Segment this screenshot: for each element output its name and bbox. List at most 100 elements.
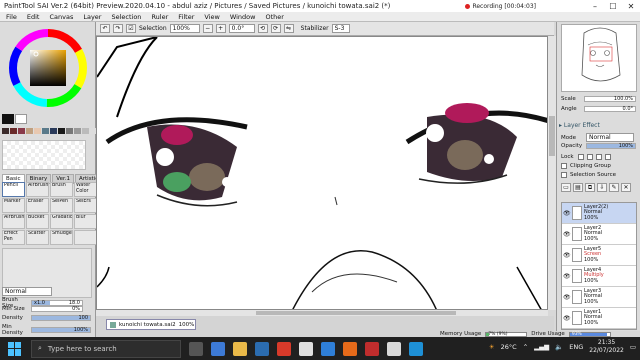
tool-button[interactable]: Bucket <box>26 214 49 229</box>
rotate-left-button[interactable]: ⟲ <box>257 24 268 33</box>
menu-item[interactable]: Edit <box>27 13 40 21</box>
delete-layer-button[interactable]: ✕ <box>621 183 631 192</box>
menu-item[interactable]: Ruler <box>151 13 168 21</box>
weather-text[interactable]: 26°C <box>501 343 517 351</box>
tool-button[interactable]: Water Color <box>74 182 97 197</box>
eye-icon[interactable]: 👁 <box>563 315 571 322</box>
scratchpad[interactable] <box>2 140 86 170</box>
tool-button[interactable]: SelPen <box>50 198 73 213</box>
layer-row[interactable]: 👁 Layer5 Screen 100% <box>562 245 636 266</box>
menu-item[interactable]: Selection <box>111 13 141 21</box>
layer-row[interactable]: 👁 Layer4 Multiply 100% <box>562 266 636 287</box>
rotate-right-button[interactable]: ⟳ <box>270 24 281 33</box>
menu-item[interactable]: Window <box>230 13 256 21</box>
color-swatch[interactable] <box>58 128 65 134</box>
density-slider[interactable]: 100 <box>31 315 91 321</box>
layer-row[interactable]: 👁 Layer2 Normal 100% <box>562 224 636 245</box>
eye-icon[interactable]: 👁 <box>563 252 571 259</box>
photoshop-icon[interactable] <box>321 341 335 356</box>
eye-icon[interactable]: 👁 <box>563 210 571 217</box>
edge-browser-icon[interactable] <box>211 341 225 356</box>
color-swatch[interactable] <box>2 128 9 134</box>
angle-slider[interactable]: 0.0° <box>584 106 636 112</box>
close-button[interactable]: ✕ <box>622 2 640 11</box>
opacity-slider[interactable]: 100% <box>586 143 636 149</box>
blend-mode-select[interactable]: Normal <box>2 287 52 296</box>
color-wheel[interactable] <box>8 28 88 108</box>
tool-button[interactable]: Gradation <box>50 214 73 229</box>
tool-button[interactable]: Effect Pen <box>2 230 25 245</box>
lock-move-checkbox[interactable] <box>587 154 593 160</box>
zoom-out-button[interactable]: − <box>202 24 213 33</box>
sai-icon[interactable] <box>387 341 401 356</box>
secondary-color[interactable] <box>15 114 27 124</box>
horizontal-scroll-thumb[interactable] <box>256 311 456 315</box>
layer-mode-select[interactable]: Normal <box>586 133 634 142</box>
clock[interactable]: 21:35 22/07/2022 <box>589 339 624 355</box>
store-icon[interactable] <box>255 341 269 356</box>
min-density-slider[interactable]: 100% <box>31 327 91 333</box>
network-icon[interactable]: ▂▄▆ <box>534 343 549 351</box>
tool-button[interactable]: Pencil <box>2 182 25 197</box>
zoom-in-button[interactable]: + <box>215 24 226 33</box>
layer-row[interactable]: 👁 Layer3 Normal 100% <box>562 287 636 308</box>
tool-button[interactable] <box>74 230 97 245</box>
clear-layer-button[interactable]: ✎ <box>609 183 619 192</box>
file-explorer-icon[interactable] <box>233 341 247 356</box>
language-indicator[interactable]: ENG <box>569 343 583 351</box>
scale-slider[interactable]: 100.0% <box>584 96 636 102</box>
color-swatch[interactable] <box>42 128 49 134</box>
copy-layer-button[interactable]: ⧉ <box>585 183 595 192</box>
clipping-group-checkbox[interactable] <box>561 163 567 169</box>
minimize-button[interactable]: – <box>586 2 604 11</box>
tool-button[interactable]: Smudge <box>50 230 73 245</box>
chevron-up-icon[interactable]: ⌃ <box>523 343 528 351</box>
document-tab[interactable]: kunoichi towata.sai2 100% <box>106 319 196 330</box>
undo-button[interactable]: ↶ <box>100 24 110 33</box>
chrome-icon[interactable] <box>299 341 313 356</box>
app-icon[interactable] <box>409 341 423 356</box>
min-size-slider[interactable]: 0% <box>31 306 83 312</box>
color-swatch[interactable] <box>82 128 89 134</box>
menu-item[interactable]: Filter <box>178 13 194 21</box>
eye-icon[interactable]: 👁 <box>563 273 571 280</box>
volume-icon[interactable]: 🔈 <box>555 343 563 351</box>
tool-button[interactable]: Blur <box>74 214 97 229</box>
color-swatch[interactable] <box>66 128 73 134</box>
color-swatch[interactable] <box>26 128 33 134</box>
tool-button[interactable]: Scatter <box>26 230 49 245</box>
layer-effect-section[interactable]: ▸ Layer Effect <box>559 122 639 129</box>
drawing-canvas[interactable] <box>96 36 548 310</box>
selection-toggle[interactable]: ☑ <box>126 24 136 33</box>
eye-icon[interactable]: 👁 <box>563 231 571 238</box>
menu-item[interactable]: Layer <box>83 13 101 21</box>
color-swatch[interactable] <box>74 128 81 134</box>
menu-item[interactable]: Other <box>265 13 283 21</box>
flip-button[interactable]: ⇋ <box>283 24 294 33</box>
stabilizer-select[interactable]: S-3 <box>331 24 350 33</box>
vertical-scroll-thumb[interactable] <box>549 116 555 156</box>
tool-button[interactable]: SelErs <box>74 198 97 213</box>
start-button[interactable] <box>8 341 22 356</box>
lock-pixels-checkbox[interactable] <box>578 154 584 160</box>
color-swatch[interactable] <box>34 128 41 134</box>
layer-row[interactable]: 👁 Layer1 Normal 100% <box>562 308 636 329</box>
color-swatch[interactable] <box>10 128 17 134</box>
tool-button[interactable]: Brush <box>50 182 73 197</box>
new-layer-button[interactable]: ▭ <box>561 183 571 192</box>
merge-down-button[interactable]: ⇩ <box>597 183 607 192</box>
app-icon[interactable] <box>365 341 379 356</box>
tool-button[interactable]: AirBrush <box>2 214 25 229</box>
new-folder-button[interactable]: ▤ <box>573 183 583 192</box>
color-swatch[interactable] <box>18 128 25 134</box>
task-view-icon[interactable] <box>189 341 203 356</box>
maximize-button[interactable]: ☐ <box>604 2 622 11</box>
angle-field[interactable]: 0.0° <box>228 24 255 33</box>
selection-source-checkbox[interactable] <box>561 172 567 178</box>
menu-item[interactable]: Canvas <box>49 13 73 21</box>
layer-row[interactable]: 👁 Layer2(2) Normal 100% <box>562 203 636 224</box>
lock-opacity-checkbox[interactable] <box>605 154 611 160</box>
zoom-field[interactable]: 100% <box>169 24 200 33</box>
color-swatch[interactable] <box>50 128 57 134</box>
taskbar-search[interactable]: ⌕ Type here to search <box>31 339 181 358</box>
